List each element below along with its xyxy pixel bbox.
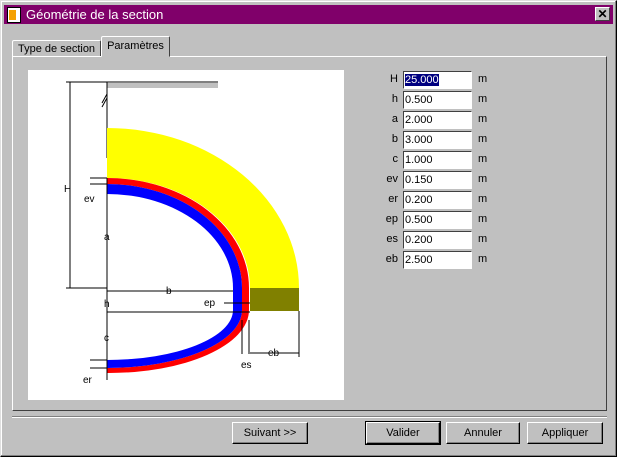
param-field-eb[interactable]: 2.500 [403, 251, 472, 269]
param-row-H: H 25.000 m [378, 71, 498, 89]
base-block [250, 288, 299, 311]
param-row-ep: ep 0.500 m [378, 211, 498, 229]
document-icon [7, 6, 21, 23]
param-label-c: c [392, 153, 399, 165]
param-row-a: a 2.000 m [378, 111, 498, 129]
label-eb: eb [268, 348, 280, 359]
label-c: c [104, 333, 109, 344]
tab-strip: Type de section Paramètres [12, 36, 170, 57]
next-button[interactable]: Suivant >> [232, 422, 308, 444]
param-label-ev: ev [386, 173, 398, 185]
param-row-h: h 0.500 m [378, 91, 498, 109]
param-unit-es: m [478, 233, 488, 245]
section-drawing: H ev a b ep h c er es eb [28, 70, 344, 400]
label-a: a [104, 232, 110, 243]
param-field-er[interactable]: 0.200 [403, 191, 472, 209]
param-label-er: er [388, 193, 398, 205]
param-unit-H: m [478, 73, 488, 85]
param-label-ep: ep [385, 213, 398, 225]
param-label-h: h [391, 93, 398, 105]
window-title: Géométrie de la section [26, 7, 164, 22]
close-button[interactable]: ✕ [595, 7, 610, 21]
label-ep: ep [204, 298, 216, 309]
tab-parametres[interactable]: Paramètres [101, 36, 170, 57]
param-unit-c: m [478, 153, 488, 165]
footer-separator [12, 416, 607, 418]
top-gray-bar [107, 83, 218, 88]
label-ev: ev [84, 194, 95, 205]
param-row-c: c 1.000 m [378, 151, 498, 169]
title-bar[interactable]: Géométrie de la section ✕ [4, 5, 613, 24]
apply-button[interactable]: Appliquer [527, 422, 603, 444]
param-row-eb: eb 2.500 m [378, 251, 498, 269]
param-row-b: b 3.000 m [378, 131, 498, 149]
label-b: b [166, 286, 172, 297]
section-diagram: H ev a b ep h c er es eb [64, 81, 300, 386]
param-unit-er: m [478, 193, 488, 205]
param-field-ep[interactable]: 0.500 [403, 211, 472, 229]
param-unit-ev: m [478, 173, 488, 185]
param-field-h[interactable]: 0.500 [403, 91, 472, 109]
param-row-er: er 0.200 m [378, 191, 498, 209]
param-label-a: a [391, 113, 398, 125]
param-unit-b: m [478, 133, 488, 145]
param-unit-eb: m [478, 253, 488, 265]
param-label-b: b [391, 133, 398, 145]
param-field-ev[interactable]: 0.150 [403, 171, 472, 189]
cancel-button[interactable]: Annuler [446, 422, 520, 444]
label-H: H [64, 184, 71, 195]
label-er: er [83, 375, 93, 386]
label-h: h [104, 299, 110, 310]
param-row-es: es 0.200 m [378, 231, 498, 249]
tab-type-de-section[interactable]: Type de section [12, 40, 102, 57]
label-es: es [241, 360, 252, 371]
param-field-b[interactable]: 3.000 [403, 131, 472, 149]
param-field-a[interactable]: 2.000 [403, 111, 472, 129]
param-unit-ep: m [478, 213, 488, 225]
param-unit-a: m [478, 113, 488, 125]
param-unit-h: m [478, 93, 488, 105]
param-label-eb: eb [385, 253, 398, 265]
param-label-H: H [390, 73, 398, 85]
validate-button[interactable]: Valider [365, 421, 441, 445]
param-field-es[interactable]: 0.200 [403, 231, 472, 249]
param-row-ev: ev 0.150 m [378, 171, 498, 189]
param-field-H[interactable]: 25.000 [403, 71, 472, 89]
param-field-c[interactable]: 1.000 [403, 151, 472, 169]
param-label-es: es [386, 233, 398, 245]
